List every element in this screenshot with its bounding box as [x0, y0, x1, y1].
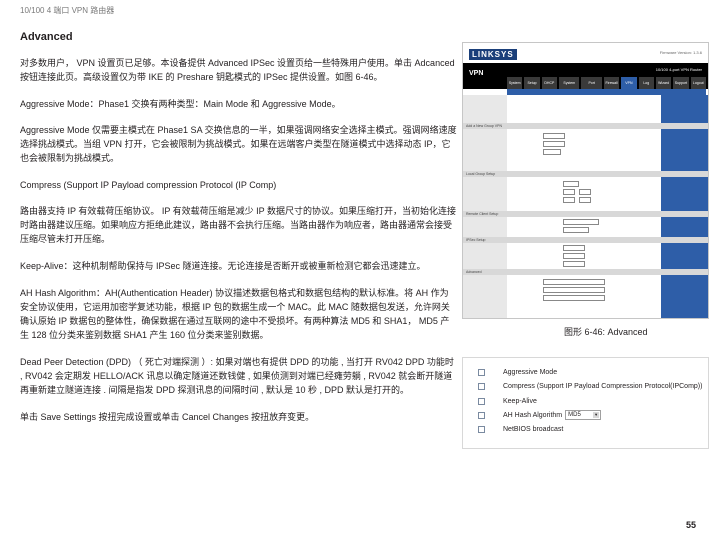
- field[interactable]: [543, 279, 605, 285]
- option-ah-hash: AH Hash Algorithm MD5 ▼: [478, 409, 602, 421]
- field[interactable]: [579, 189, 591, 195]
- hash-algorithm-select[interactable]: MD5 ▼: [565, 410, 602, 420]
- tab-support[interactable]: Support: [673, 77, 689, 89]
- option-aggressive-mode: Aggressive Mode: [478, 366, 557, 378]
- field[interactable]: [543, 287, 605, 293]
- tab-wizard[interactable]: Wizard: [655, 77, 672, 89]
- option-label: NetBIOS broadcast: [503, 425, 564, 433]
- option-netbios: NetBIOS broadcast: [478, 423, 563, 435]
- paragraph-compress: 路由器支持 IP 有效载荷压缩协议。 IP 有效载荷压缩是减少 IP 数据尺寸的…: [20, 206, 457, 244]
- paragraph-compress-head: Compress (Support IP Payload compression…: [20, 180, 277, 190]
- tab-logout[interactable]: Logout: [690, 77, 706, 89]
- field[interactable]: [563, 261, 585, 267]
- option-label: AH Hash Algorithm: [503, 411, 563, 419]
- option-label: Keep-Alive: [503, 397, 537, 405]
- tab-dhcp[interactable]: DHCP: [541, 77, 558, 89]
- firmware-version: Firmware Version: 1.3.6: [659, 50, 702, 55]
- field[interactable]: [563, 227, 589, 233]
- field[interactable]: [563, 219, 599, 225]
- option-keep-alive: Keep-Alive: [478, 395, 537, 407]
- section-row: [463, 237, 708, 243]
- chevron-down-icon: ▼: [593, 412, 600, 418]
- row-label-remote-client: Remote Client Setup: [466, 212, 499, 216]
- advanced-options-panel: Aggressive Mode Compress (Support IP Pay…: [462, 357, 709, 449]
- option-label: Compress (Support IP Payload Compression…: [503, 382, 703, 390]
- option-label: Aggressive Mode: [503, 368, 558, 376]
- field[interactable]: [543, 141, 565, 147]
- field[interactable]: [563, 245, 585, 251]
- field[interactable]: [579, 197, 591, 203]
- paragraph-keepalive: Keep-Alive：这种机制帮助保持与 IPSec 隧道连接。无论连接是否断开…: [20, 261, 426, 271]
- row-label-advanced: Advanced: [466, 270, 482, 274]
- paragraph-intro: 对多数用户， VPN 设置页已足够。本设备提供 Advanced IPSec 设…: [20, 58, 455, 82]
- section-row: [463, 211, 708, 217]
- netbios-checkbox[interactable]: [478, 425, 485, 433]
- row-label-local-group: Local Group Setup: [466, 172, 496, 176]
- keep-alive-checkbox[interactable]: [478, 397, 485, 405]
- router-screenshot: LINKSYS Firmware Version: 1.3.6 10/100 4…: [462, 42, 709, 319]
- field[interactable]: [563, 189, 575, 195]
- product-name: 10/100 4-port VPN Router: [655, 67, 702, 72]
- figure-caption: 图形 6-46: Advanced: [564, 327, 648, 337]
- field[interactable]: [543, 295, 605, 301]
- paragraph-aggressive: Aggressive Mode 仅需要主模式在 Phase1 SA 交换信息的一…: [20, 125, 457, 163]
- field[interactable]: [563, 253, 585, 259]
- tab-port-management[interactable]: Port Management: [581, 77, 602, 97]
- tab-system-management[interactable]: System Management: [559, 77, 579, 97]
- paragraph-dpd: Dead Peer Detection (DPD) （ 死亡对端探测 ）: 如果…: [20, 357, 454, 395]
- row-label-ipsec: IPSec Setup: [466, 238, 486, 242]
- section-row: [463, 171, 708, 177]
- page-number: 55: [686, 520, 697, 530]
- option-compress: Compress (Support IP Payload Compression…: [478, 380, 702, 392]
- section-label: VPN: [469, 70, 484, 77]
- field[interactable]: [563, 197, 575, 203]
- compress-checkbox[interactable]: [478, 382, 485, 390]
- section-row: [463, 269, 708, 275]
- hash-algorithm-value: MD5: [568, 412, 581, 418]
- tab-setup[interactable]: Setup: [524, 77, 540, 89]
- tab-vpn[interactable]: VPN: [621, 77, 637, 89]
- section-title: Advanced: [20, 31, 73, 43]
- paragraph-aggressive-head: Aggressive Mode：Phase1 交换有两种类型：Main Mode…: [20, 99, 341, 109]
- paragraph-ah-hash: AH Hash Algorithm：AH(Authentication Head…: [20, 288, 450, 340]
- linksys-logo: LINKSYS: [469, 49, 517, 60]
- paragraph-save: 单击 Save Settings 按扭完成设置或单击 Cancel Change…: [20, 412, 315, 422]
- ah-hash-checkbox[interactable]: [478, 411, 485, 419]
- tab-system-summary[interactable]: System Summary: [507, 77, 523, 97]
- running-header: 10/100 4 端口 VPN 路由器: [20, 6, 115, 15]
- field[interactable]: [543, 149, 561, 155]
- tab-log[interactable]: Log: [638, 77, 654, 89]
- row-label-add-group: Add a New Group VPN: [466, 124, 502, 128]
- tab-firewall[interactable]: Firewall: [603, 77, 620, 89]
- body-text: 对多数用户， VPN 设置页已足够。本设备提供 Advanced IPSec 设…: [20, 56, 457, 437]
- field[interactable]: [543, 133, 565, 139]
- nav-tabs: System Summary Setup DHCP System Managem…: [507, 77, 706, 97]
- aggressive-mode-checkbox[interactable]: [478, 368, 485, 376]
- field[interactable]: [563, 181, 579, 187]
